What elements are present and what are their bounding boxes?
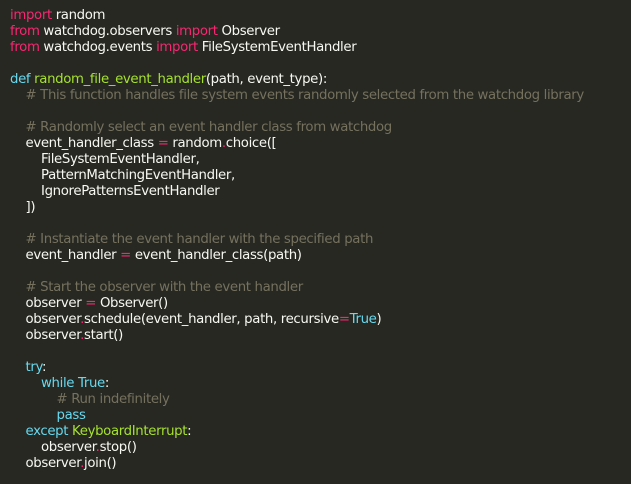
keyword-token: import	[175, 24, 218, 39]
code-token: :	[104, 376, 110, 391]
code-line: import random	[10, 8, 631, 24]
code-token: Observer()	[96, 296, 168, 311]
code-token: Observer	[217, 24, 281, 39]
code-token: observer	[10, 328, 81, 343]
comment-token: # This function handles file system even…	[10, 88, 585, 103]
keyword-token: =	[85, 296, 97, 311]
code-line: event_handler = event_handler_class(path…	[10, 248, 631, 264]
comment-token: # Randomly select an event handler class…	[10, 120, 393, 135]
keyword-token: =	[338, 312, 350, 327]
keyword-token: =	[120, 248, 131, 263]
builtin-token: True	[349, 312, 377, 327]
code-token: :	[187, 424, 192, 439]
code-token: )	[376, 312, 382, 327]
code-line: pass	[10, 408, 631, 424]
code-token: choice([	[225, 136, 277, 151]
code-line: try:	[10, 360, 631, 376]
code-line: # Start the observer with the event hand…	[10, 280, 631, 296]
code-token: ])	[10, 200, 36, 215]
code-line: event_handler_class = random.choice([	[10, 136, 631, 152]
code-token: join()	[84, 456, 117, 471]
code-token: event_handler_class(path)	[130, 248, 302, 263]
code-line: # Instantiate the event handler with the…	[10, 232, 631, 248]
code-token: observer	[10, 456, 81, 471]
code-line: while True:	[10, 376, 631, 392]
code-token: PatternMatchingEventHandler,	[10, 168, 235, 183]
code-token: observer	[10, 296, 86, 311]
code-line: from watchdog.events import FileSystemEv…	[10, 40, 631, 56]
code-token: random	[51, 8, 106, 23]
keyword-token: import	[10, 8, 52, 23]
comment-token: # Run indefinitely	[10, 392, 170, 407]
code-line: observer.join()	[10, 456, 631, 472]
code-token: :	[42, 360, 47, 375]
code-line: # This function handles file system even…	[10, 88, 631, 104]
comment-token: # Instantiate the event handler with the…	[10, 232, 374, 247]
code-token: start()	[84, 328, 123, 343]
builtin-token: def	[10, 72, 31, 87]
code-token: FileSystemEventHandler,	[10, 152, 200, 167]
keyword-token: =	[157, 136, 169, 151]
code-line: observer.stop()	[10, 440, 631, 456]
keyword-token: from	[10, 40, 40, 55]
builtin-token: pass	[10, 408, 86, 423]
code-token: FileSystemEventHandler	[197, 40, 357, 55]
builtin-token: True	[78, 376, 105, 391]
code-line: # Randomly select an event handler class…	[10, 120, 631, 136]
code-token: schedule(event_handler, path, recursive	[84, 312, 339, 327]
code-line: PatternMatchingEventHandler,	[10, 168, 631, 184]
code-token: observer	[10, 312, 81, 327]
code-token: IgnorePatternsEventHandler	[10, 184, 220, 199]
function-name-token: KeyboardInterrupt	[72, 424, 188, 439]
code-line: # Run indefinitely	[10, 392, 631, 408]
code-line: FileSystemEventHandler,	[10, 152, 631, 168]
comment-token: # Start the observer with the event hand…	[10, 280, 304, 295]
code-line: IgnorePatternsEventHandler	[10, 184, 631, 200]
builtin-token: try	[10, 360, 43, 375]
code-line: observer.start()	[10, 328, 631, 344]
code-line: observer.schedule(event_handler, path, r…	[10, 312, 631, 328]
code-token: random	[168, 136, 222, 151]
code-token: watchdog.observers	[39, 24, 176, 39]
code-token: stop()	[99, 440, 137, 455]
code-token: event_handler	[10, 248, 121, 263]
code-token: observer	[10, 440, 96, 455]
code-line: observer = Observer()	[10, 296, 631, 312]
keyword-token: from	[10, 24, 40, 39]
code-token: watchdog.events	[39, 40, 157, 55]
keyword-token: import	[156, 40, 198, 55]
builtin-token: except	[10, 424, 69, 439]
code-token: (path, event_type):	[205, 72, 327, 87]
code-line: from watchdog.observers import Observer	[10, 24, 631, 40]
builtin-token: while	[10, 376, 75, 391]
code-line: except KeyboardInterrupt:	[10, 424, 631, 440]
code-line: ])	[10, 200, 631, 216]
code-editor[interactable]: import random from watchdog.observers imp…	[0, 0, 631, 484]
function-name-token: random_file_event_handler	[34, 72, 206, 87]
code-token: event_handler_class	[10, 136, 158, 151]
code-line: def random_file_event_handler(path, even…	[10, 72, 631, 88]
